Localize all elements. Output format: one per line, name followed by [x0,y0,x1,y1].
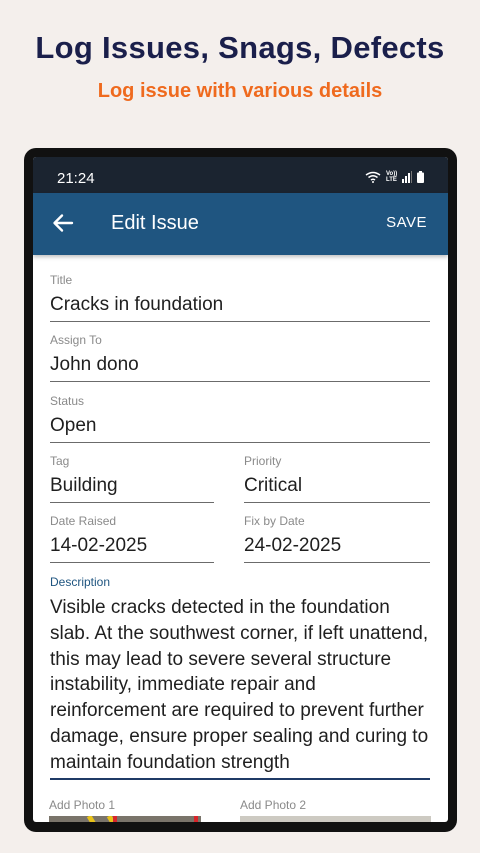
priority-label: Priority [244,454,282,468]
status-bar: 21:24 Vo)) LTE [33,157,448,193]
status-time: 21:24 [57,170,95,187]
date-raised-label: Date Raised [50,514,117,528]
status-field: Status Open [50,394,430,443]
date-raised-input[interactable]: 14-02-2025 [50,535,214,563]
assign-to-input[interactable]: John dono [50,354,430,382]
app-screen: 21:24 Vo)) LTE Edit Issue SAVE Title Cra… [33,157,448,822]
title-field: Title Cracks in foundation [50,273,430,322]
title-label: Title [50,273,73,287]
assign-to-field: Assign To John dono [50,333,430,382]
save-button[interactable]: SAVE [386,214,427,231]
tag-input[interactable]: Building [50,475,214,503]
tag-field: Tag Building [50,454,214,503]
promo-subtitle: Log issue with various details [97,80,383,102]
page-title: Edit Issue [111,212,199,234]
photo-2-thumbnail[interactable] [240,816,431,822]
assign-to-label: Assign To [50,333,102,347]
tag-label: Tag [50,454,70,468]
add-photo-1-label: Add Photo 1 [49,798,116,812]
battery-icon [417,171,424,183]
fix-by-date-label: Fix by Date [244,514,305,528]
status-input[interactable]: Open [50,415,430,443]
priority-input[interactable]: Critical [244,475,430,503]
volte-lte-icon: Vo)) LTE [386,171,398,183]
description-label: Description [50,575,111,589]
signal-icon [402,171,412,183]
device-frame: 21:24 Vo)) LTE Edit Issue SAVE Title Cra… [24,148,457,832]
description-field: Description Visible cracks detected in t… [50,575,430,780]
photo-1-image [49,816,201,822]
add-photo-2-label: Add Photo 2 [240,798,307,812]
date-raised-field: Date Raised 14-02-2025 [50,514,214,563]
back-arrow-icon[interactable] [52,212,74,234]
priority-field: Priority Critical [244,454,430,503]
promo-title: Log Issues, Snags, Defects [35,30,445,65]
fix-by-date-field: Fix by Date 24-02-2025 [244,514,430,563]
photo-1-thumbnail[interactable] [49,816,201,822]
title-input[interactable]: Cracks in foundation [50,294,430,322]
status-label: Status [50,394,85,408]
wifi-icon [365,171,381,183]
photo-2-image [240,816,431,822]
app-bar: Edit Issue SAVE [33,193,448,255]
status-icons: Vo)) LTE [365,170,424,184]
description-input[interactable]: Visible cracks detected in the foundatio… [50,595,430,780]
fix-by-date-input[interactable]: 24-02-2025 [244,535,430,563]
description-text: Visible cracks detected in the foundatio… [50,597,429,773]
